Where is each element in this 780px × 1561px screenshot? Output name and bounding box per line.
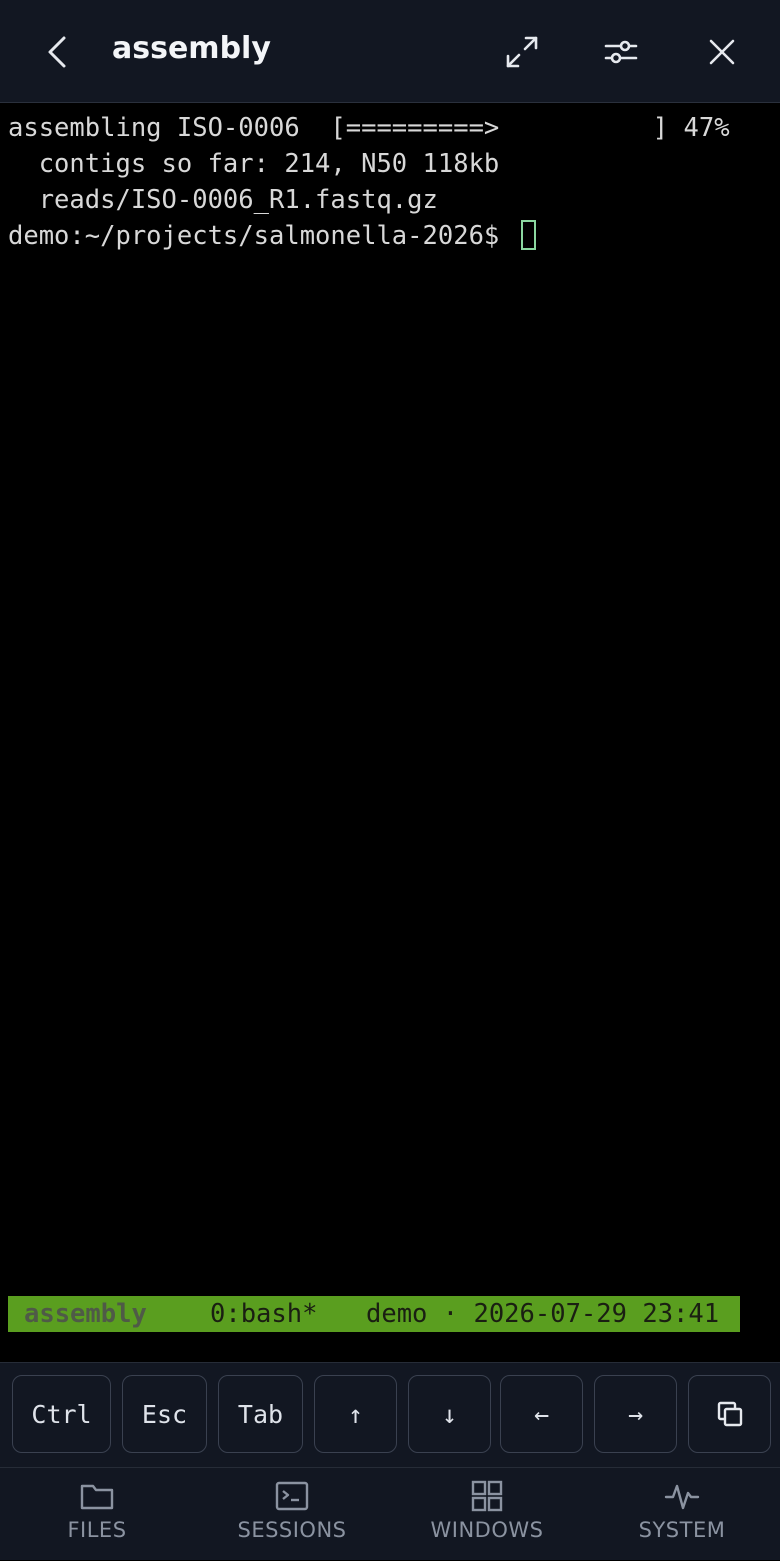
arrow-up-key[interactable]: ↑ bbox=[314, 1375, 397, 1453]
copy-key[interactable] bbox=[688, 1375, 771, 1453]
back-icon[interactable] bbox=[33, 28, 81, 76]
activity-icon bbox=[664, 1484, 700, 1510]
extra-keys-row: Ctrl Esc Tab ↑ ↓ ← → bbox=[0, 1362, 780, 1467]
folder-icon bbox=[80, 1484, 114, 1510]
nav-files-label: FILES bbox=[67, 1518, 127, 1542]
bottom-navigation: FILES SESSIONS WINDOWS SYSTEM bbox=[0, 1467, 780, 1560]
session-title: assembly bbox=[112, 31, 271, 66]
status-window[interactable]: 0:bash* bbox=[210, 1296, 317, 1332]
copy-icon bbox=[717, 1401, 742, 1427]
nav-system[interactable]: SYSTEM bbox=[602, 1468, 762, 1561]
nav-sessions[interactable]: SESSIONS bbox=[212, 1468, 372, 1561]
tmux-status-bar: assembly 0:bash* demo · 2026-07-29 23:41 bbox=[8, 1296, 740, 1332]
top-bar: assembly bbox=[0, 0, 780, 103]
grid-icon bbox=[471, 1480, 503, 1512]
close-icon[interactable] bbox=[698, 28, 746, 76]
nav-windows[interactable]: WINDOWS bbox=[407, 1468, 567, 1561]
status-session-name: assembly bbox=[24, 1299, 147, 1329]
esc-key[interactable]: Esc bbox=[122, 1375, 207, 1453]
terminal-prompt: demo:~/projects/salmonella-2026$ bbox=[8, 221, 515, 251]
nav-windows-label: WINDOWS bbox=[430, 1518, 544, 1542]
terminal-cursor bbox=[521, 220, 536, 250]
status-host-clock: demo · 2026-07-29 23:41 bbox=[366, 1299, 720, 1329]
terminal-line-reads: reads/ISO-0006_R1.fastq.gz bbox=[8, 185, 438, 215]
nav-sessions-label: SESSIONS bbox=[237, 1518, 347, 1542]
ctrl-key[interactable]: Ctrl bbox=[12, 1375, 111, 1453]
nav-system-label: SYSTEM bbox=[638, 1518, 726, 1542]
expand-icon[interactable] bbox=[498, 28, 546, 76]
terminal-icon bbox=[275, 1481, 309, 1511]
terminal-view[interactable]: assembling ISO-0006 [=========> ] 47% co… bbox=[0, 104, 780, 1362]
arrow-right-key[interactable]: → bbox=[594, 1375, 677, 1453]
arrow-down-key[interactable]: ↓ bbox=[408, 1375, 491, 1453]
nav-files[interactable]: FILES bbox=[17, 1468, 177, 1561]
terminal-line-progress: assembling ISO-0006 [=========> ] 47% bbox=[8, 113, 730, 143]
terminal-line-contigs: contigs so far: 214, N50 118kb bbox=[8, 149, 500, 179]
tab-key[interactable]: Tab bbox=[218, 1375, 303, 1453]
arrow-left-key[interactable]: ← bbox=[500, 1375, 583, 1453]
settings-sliders-icon[interactable] bbox=[597, 28, 645, 76]
